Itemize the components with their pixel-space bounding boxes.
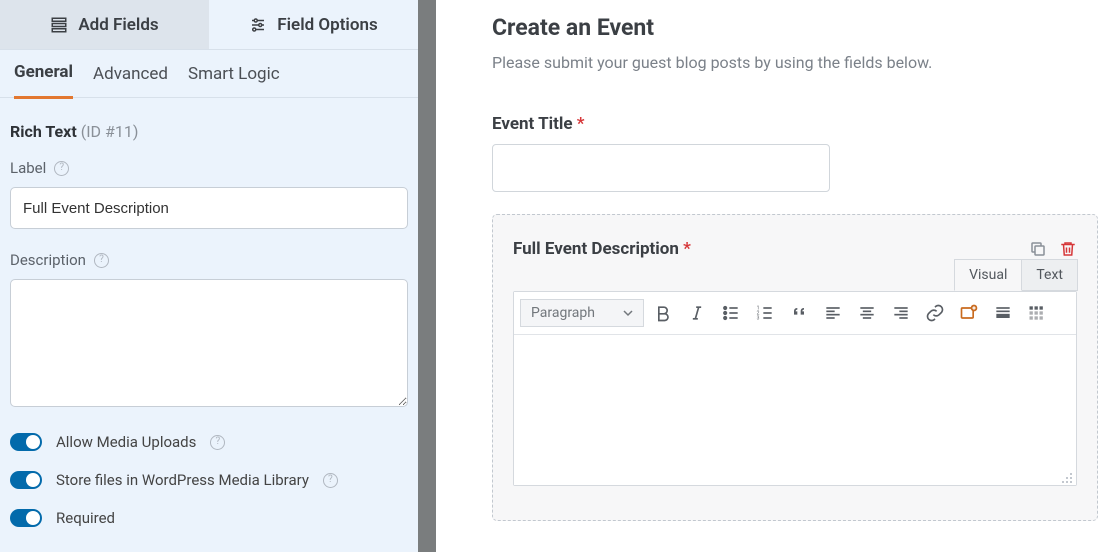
sliders-icon [249, 16, 267, 34]
label-input[interactable] [10, 187, 408, 229]
editor-content-area[interactable] [514, 335, 1076, 485]
description-title: Description [10, 251, 86, 269]
subtab-general[interactable]: General [14, 62, 73, 99]
tab-field-options[interactable]: Field Options [209, 0, 418, 49]
delete-icon[interactable] [1059, 240, 1077, 258]
editor-tab-visual[interactable]: Visual [954, 259, 1022, 291]
event-title-input[interactable] [492, 144, 830, 192]
link-button[interactable] [920, 298, 950, 328]
field-event-title[interactable]: Event Title * [492, 114, 1098, 192]
rich-text-editor: Paragraph 123 [513, 291, 1077, 486]
required-asterisk: * [577, 114, 585, 134]
bold-button[interactable] [648, 298, 678, 328]
toggle-allow-media: Allow Media Uploads ? [10, 433, 408, 451]
rich-text-label: Full Event Description * [513, 239, 691, 259]
format-select[interactable]: Paragraph [520, 299, 644, 327]
field-heading: Rich Text (ID #11) [10, 122, 408, 141]
duplicate-icon[interactable] [1029, 240, 1047, 258]
add-fields-icon [50, 16, 68, 34]
add-media-button[interactable] [954, 298, 984, 328]
top-tabs: Add Fields Field Options [0, 0, 418, 50]
toggle-required: Required [10, 509, 408, 527]
help-icon[interactable]: ? [94, 253, 109, 268]
align-right-button[interactable] [886, 298, 916, 328]
svg-text:3: 3 [757, 316, 760, 322]
chevron-down-icon [623, 308, 633, 318]
blockquote-button[interactable] [784, 298, 814, 328]
description-input[interactable] [10, 279, 408, 407]
numbered-list-button[interactable]: 123 [750, 298, 780, 328]
tab-add-fields-label: Add Fields [78, 15, 158, 35]
editor-toolbar: Paragraph 123 [514, 292, 1076, 335]
toggle-store-library: Store files in WordPress Media Library ? [10, 471, 408, 489]
label-group: Label ? [10, 159, 408, 229]
help-icon[interactable]: ? [54, 161, 69, 176]
field-id-label: (ID #11) [81, 122, 139, 141]
align-center-button[interactable] [852, 298, 882, 328]
required-toggle[interactable] [10, 509, 42, 527]
editor-tabs: Visual Text [954, 259, 1078, 291]
required-label: Required [56, 509, 115, 527]
tab-add-fields[interactable]: Add Fields [0, 0, 209, 49]
allow-media-label: Allow Media Uploads [56, 433, 196, 451]
description-group: Description ? [10, 251, 408, 411]
store-library-toggle[interactable] [10, 471, 42, 489]
format-select-label: Paragraph [531, 305, 595, 321]
subtab-smart-logic[interactable]: Smart Logic [188, 64, 280, 98]
editor-tab-text[interactable]: Text [1022, 259, 1078, 291]
store-library-label: Store files in WordPress Media Library [56, 471, 309, 489]
field-rich-text-selected[interactable]: Full Event Description * Visual Text Par… [492, 214, 1098, 521]
rich-text-label-text: Full Event Description [513, 239, 679, 259]
resize-handle-icon[interactable] [1061, 470, 1073, 482]
italic-button[interactable] [682, 298, 712, 328]
tab-field-options-label: Field Options [277, 15, 377, 35]
help-icon[interactable]: ? [210, 435, 225, 450]
event-title-label: Event Title * [492, 114, 1098, 134]
builder-sidebar: Add Fields Field Options General Advance… [0, 0, 436, 552]
form-intro: Please submit your guest blog posts by u… [492, 53, 1098, 72]
field-type-label: Rich Text [10, 122, 77, 141]
form-title: Create an Event [492, 14, 1098, 41]
sub-tabs: General Advanced Smart Logic [0, 50, 418, 98]
options-panel: Rich Text (ID #11) Label ? Description ?… [0, 98, 418, 552]
allow-media-toggle[interactable] [10, 433, 42, 451]
label-title: Label [10, 159, 46, 177]
required-asterisk: * [683, 239, 691, 259]
bullet-list-button[interactable] [716, 298, 746, 328]
field-actions [1029, 240, 1077, 258]
form-preview: Create an Event Please submit your guest… [436, 0, 1116, 552]
insert-more-button[interactable] [988, 298, 1018, 328]
help-icon[interactable]: ? [323, 473, 338, 488]
align-left-button[interactable] [818, 298, 848, 328]
event-title-label-text: Event Title [492, 114, 573, 134]
toolbar-toggle-button[interactable] [1022, 298, 1052, 328]
subtab-advanced[interactable]: Advanced [93, 64, 168, 98]
